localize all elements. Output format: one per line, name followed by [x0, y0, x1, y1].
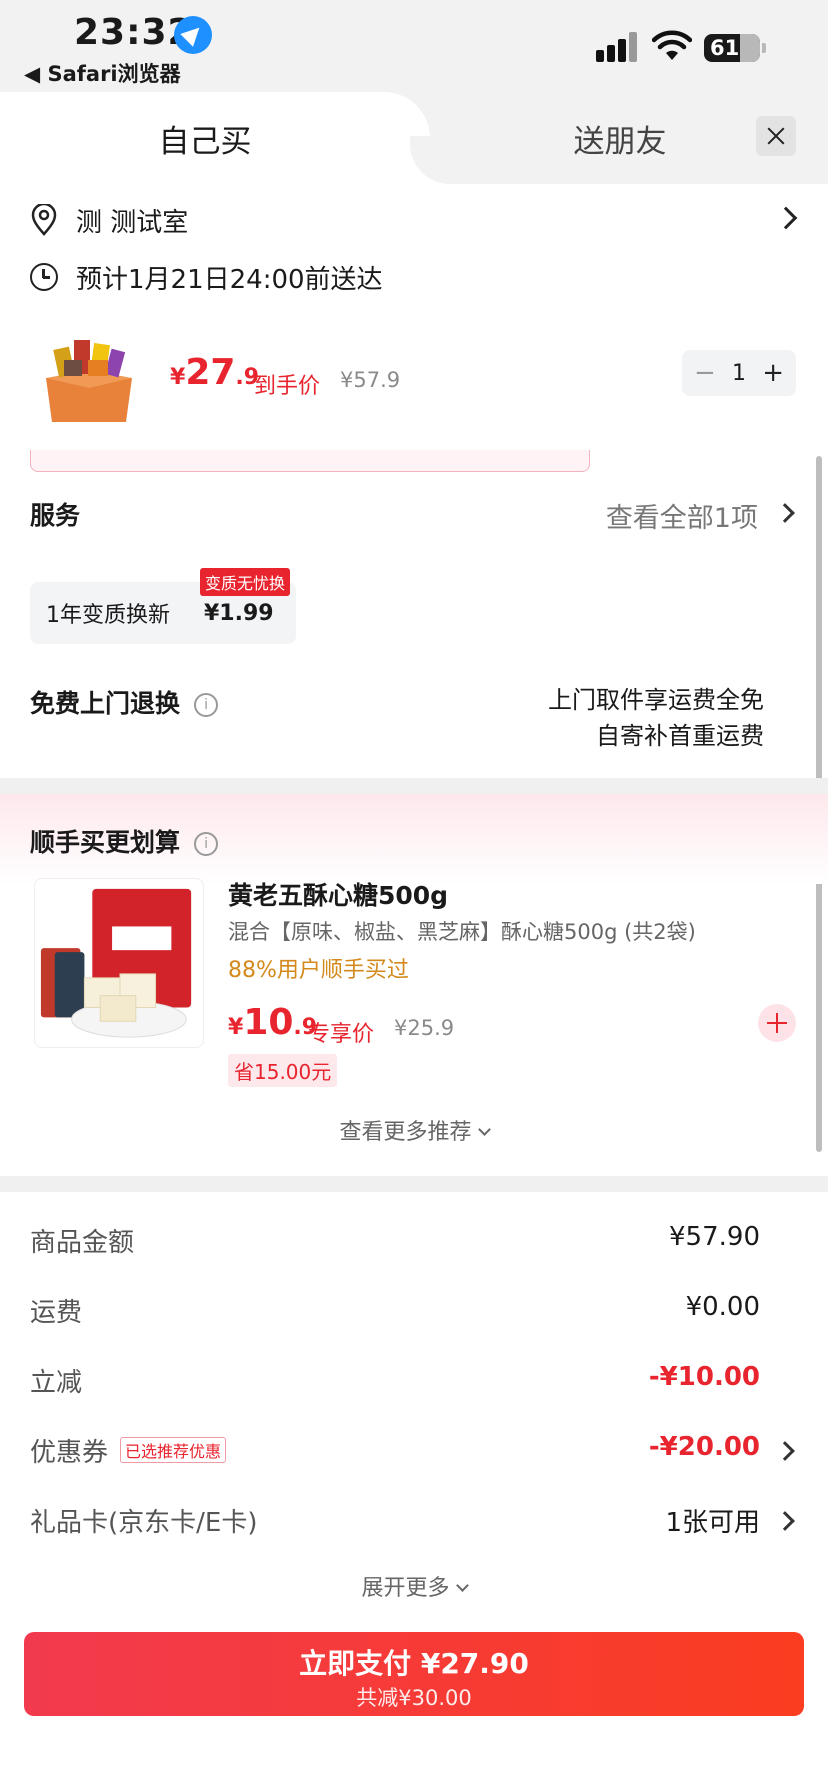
pay-total-saving: 共减¥30.00: [356, 1686, 472, 1710]
product-image: [46, 340, 132, 422]
price-integer: 10: [243, 1002, 294, 1043]
service-option-badge: 变质无忧换: [200, 568, 291, 596]
recommend-product-image[interactable]: [34, 878, 204, 1048]
pay-now-button[interactable]: 立即支付 ¥27.90 共减¥30.00: [24, 1632, 804, 1716]
free-return-desc-1: 上门取件享运费全免: [548, 686, 764, 714]
shipping-label: 运费: [30, 1298, 83, 1328]
battery-tip: [762, 43, 766, 53]
service-option-label: 1年变质换新: [46, 603, 170, 628]
product-price: ¥27.9: [170, 352, 259, 393]
original-price: ¥57.9: [340, 368, 401, 392]
quantity-stepper: − 1 +: [682, 350, 796, 396]
price-integer: 27: [185, 352, 236, 393]
status-bar: 23:32 ◀ Safari浏览器 61: [0, 0, 828, 92]
location-arrow-icon: [174, 16, 212, 54]
price-currency: ¥: [228, 1015, 244, 1040]
info-icon[interactable]: i: [194, 693, 219, 717]
recommend-original-price: ¥25.9: [394, 1016, 455, 1040]
recommend-title: 顺手买更划算 i: [30, 823, 219, 859]
back-to-app-link[interactable]: ◀ Safari浏览器: [24, 58, 181, 88]
free-return-desc-2: 自寄补首重运费: [596, 722, 764, 750]
recommend-product-desc: 混合【原味、椒盐、黑芝麻】酥心糖500g (共2袋): [228, 920, 696, 944]
battery-level: 61: [710, 36, 740, 60]
purchase-mode-tabs: 自己买 送朋友: [0, 92, 828, 184]
add-to-order-button[interactable]: [758, 1004, 796, 1042]
battery-icon: 61: [704, 34, 760, 62]
coupon-badge: 已选推荐优惠: [120, 1437, 227, 1463]
tab-gift-friend[interactable]: 送朋友: [520, 92, 720, 184]
goods-amount-value: ¥57.90: [669, 1222, 760, 1252]
quantity-minus-button[interactable]: −: [694, 358, 716, 388]
recommend-title-label: 顺手买更划算: [30, 828, 181, 857]
coupon-label-wrap: 优惠券 已选推荐优惠: [30, 1432, 227, 1469]
address-text: 测 测试室: [76, 207, 189, 238]
cellular-signal-icon: [596, 32, 640, 62]
service-option-price: ¥1.99: [204, 600, 274, 626]
discount-label: 立减: [30, 1368, 83, 1398]
recommend-product-name[interactable]: 黄老五酥心糖500g: [228, 876, 448, 912]
info-icon[interactable]: i: [194, 832, 219, 856]
services-view-all-link[interactable]: 查看全部1项: [606, 496, 758, 535]
recommend-price: ¥10.9: [228, 1002, 317, 1043]
tab-self-buy[interactable]: 自己买: [0, 92, 450, 184]
chevron-right-icon: [775, 1441, 795, 1461]
section-divider: [0, 778, 828, 794]
free-return-label: 免费上门退换: [30, 689, 181, 718]
pay-now-label: 立即支付 ¥27.90: [299, 1647, 529, 1680]
giftcard-label: 礼品卡(京东卡/E卡): [30, 1508, 258, 1538]
summary-goods-row: 商品金额 ¥57.90: [30, 1222, 760, 1262]
quantity-plus-button[interactable]: +: [762, 358, 784, 388]
see-more-recommend-link[interactable]: 查看更多推荐: [0, 1114, 828, 1146]
price-tag: 到手价: [254, 374, 321, 399]
chevron-right-icon: [775, 1511, 795, 1531]
goods-amount-label: 商品金额: [30, 1228, 135, 1258]
chevron-down-icon: [477, 1123, 491, 1136]
coupon-value: -¥20.00: [648, 1432, 760, 1462]
summary-shipping-row: 运费 ¥0.00: [30, 1292, 760, 1332]
clock-icon: [30, 263, 58, 291]
coupon-label: 优惠券: [30, 1438, 109, 1468]
giftcard-value: 1张可用: [665, 1508, 760, 1538]
summary-giftcard-row[interactable]: 礼品卡(京东卡/E卡) 1张可用: [30, 1502, 760, 1542]
see-more-label: 查看更多推荐: [339, 1120, 472, 1145]
free-return-title: 免费上门退换 i: [30, 684, 219, 720]
delivery-eta-row: 预计1月21日24:00前送达: [30, 257, 383, 297]
price-currency: ¥: [170, 365, 186, 390]
recommend-price-tag: 专享价: [308, 1022, 375, 1047]
product-row: ¥27.9 到手价 ¥57.9 − 1 +: [0, 316, 828, 450]
address-row[interactable]: 测 测试室: [30, 200, 798, 240]
summary-coupon-row[interactable]: 优惠券 已选推荐优惠 -¥20.00: [30, 1432, 760, 1472]
chevron-down-icon: [455, 1579, 469, 1592]
delivery-eta: 预计1月21日24:00前送达: [76, 264, 383, 295]
expand-more-link[interactable]: 展开更多: [0, 1570, 828, 1602]
recommend-save-badge: 省15.00元: [228, 1054, 338, 1087]
summary-discount-row: 立减 -¥10.00: [30, 1362, 760, 1402]
section-divider: [0, 1176, 828, 1192]
shipping-value: ¥0.00: [685, 1292, 760, 1322]
chevron-right-icon: [774, 206, 798, 230]
recommend-bought-rate: 88%用户顺手买过: [228, 958, 409, 983]
chevron-right-icon: [775, 503, 795, 523]
scrolled-content-edge: [30, 450, 590, 472]
location-pin-icon: [31, 204, 57, 236]
services-title: 服务: [30, 501, 81, 530]
quantity-value[interactable]: 1: [732, 361, 746, 386]
expand-more-label: 展开更多: [361, 1576, 450, 1601]
wifi-icon: [652, 30, 692, 60]
close-icon[interactable]: [756, 116, 796, 156]
discount-value: -¥10.00: [648, 1362, 760, 1392]
